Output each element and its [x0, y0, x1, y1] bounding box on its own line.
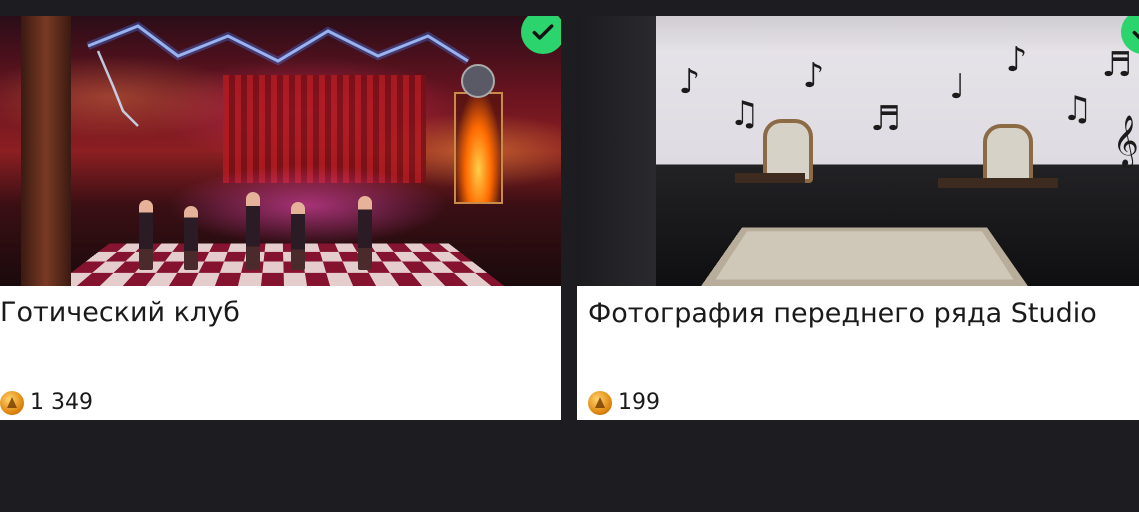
- item-card-studio-photo[interactable]: ♪ ♫ ♪ ♬ ♩ ♪ ♫ ♬ 𝄞 Фотография переднего р…: [577, 16, 1139, 420]
- gothic-club-image[interactable]: [0, 16, 561, 286]
- item-price: 199: [588, 390, 660, 415]
- item-card-gothic-club[interactable]: Готический клуб 1 349: [0, 16, 561, 420]
- music-studio-image[interactable]: ♪ ♫ ♪ ♬ ♩ ♪ ♫ ♬ 𝄞: [577, 16, 1139, 286]
- item-title: Фотография переднего ряда Studio: [588, 298, 1097, 329]
- coin-icon: [588, 390, 612, 415]
- item-price: 1 349: [0, 390, 93, 415]
- price-value: 1 349: [30, 390, 93, 415]
- item-title: Готический клуб: [0, 297, 240, 328]
- price-value: 199: [618, 390, 660, 415]
- coin-icon: [0, 390, 24, 415]
- catalog-grid: Готический клуб 1 349 ♪ ♫ ♪ ♬ ♩ ♪ ♫ ♬ 𝄞: [0, 16, 1139, 420]
